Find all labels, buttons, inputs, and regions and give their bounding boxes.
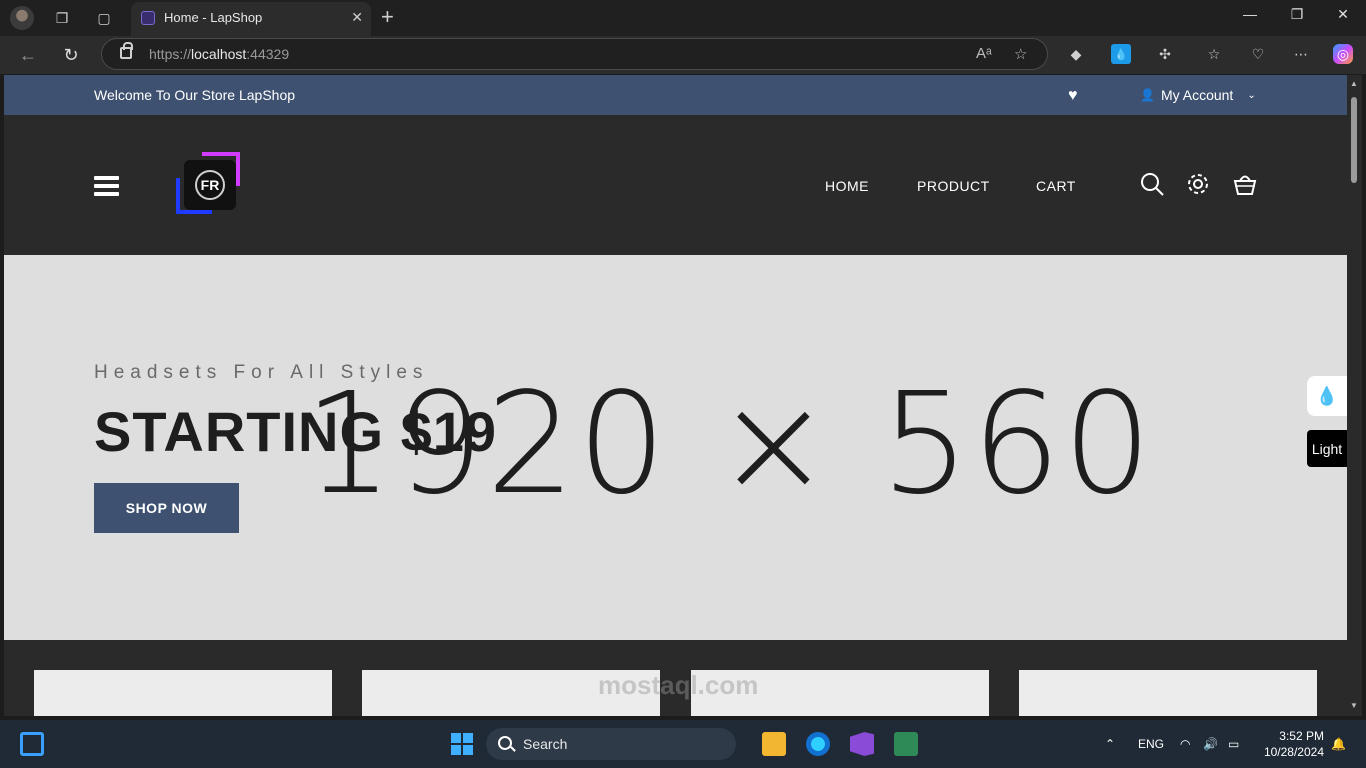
read-aloud-icon[interactable]: Aᵃ bbox=[976, 45, 992, 62]
more-menu-icon[interactable]: ⋯ bbox=[1291, 44, 1311, 64]
theme-toggle-button[interactable]: Light bbox=[1307, 430, 1347, 467]
back-arrow-icon[interactable]: ← bbox=[16, 43, 40, 67]
scroll-thumb[interactable] bbox=[1351, 97, 1357, 183]
taskbar-clock[interactable]: 3:52 PM 10/28/2024 bbox=[1262, 728, 1324, 760]
volume-icon[interactable]: 🔊 bbox=[1203, 737, 1218, 751]
favorite-star-icon[interactable]: ☆ bbox=[1014, 45, 1027, 63]
hamburger-menu-icon[interactable] bbox=[94, 176, 119, 196]
heart-icon[interactable]: ♥ bbox=[1068, 87, 1078, 105]
product-card[interactable] bbox=[1019, 670, 1317, 716]
chevron-down-icon: ⌄ bbox=[1247, 89, 1256, 101]
logo-text: FR bbox=[195, 170, 225, 200]
shop-now-button[interactable]: SHOP NOW bbox=[94, 483, 239, 533]
new-tab-icon[interactable]: + bbox=[381, 4, 394, 30]
tab-home-lapshop[interactable]: Home - LapShop ✕ bbox=[131, 2, 371, 36]
hero-headline: STARTING $19 bbox=[94, 400, 498, 463]
profile-avatar-icon[interactable] bbox=[10, 6, 34, 30]
tab-title: Home - LapShop bbox=[164, 10, 263, 25]
top-info-bar: Welcome To Our Store LapShop ♥ 👤 My Acco… bbox=[4, 75, 1347, 115]
windows-taskbar: Search ⌃ ENG ◠ 🔊 ▭ 3:52 PM 10/28/2024 🔔 bbox=[0, 720, 1366, 768]
widgets-icon[interactable] bbox=[20, 732, 44, 756]
restore-icon[interactable]: ❐ bbox=[1277, 6, 1317, 23]
user-icon: 👤 bbox=[1140, 88, 1155, 102]
visual-studio-icon[interactable] bbox=[850, 732, 874, 756]
site-logo[interactable]: FR bbox=[176, 152, 242, 218]
close-window-icon[interactable]: ✕ bbox=[1323, 6, 1363, 23]
lock-icon[interactable] bbox=[120, 42, 133, 59]
clock-time: 3:52 PM bbox=[1279, 729, 1324, 743]
refresh-icon[interactable]: ↻ bbox=[59, 43, 83, 67]
scroll-up-icon[interactable]: ▲ bbox=[1350, 79, 1358, 88]
shopping-basket-icon[interactable] bbox=[1232, 171, 1258, 197]
extension-drop-icon[interactable]: 💧 bbox=[1111, 44, 1131, 64]
site-header: FR HOME PRODUCT CART bbox=[4, 115, 1347, 255]
file-explorer-icon[interactable] bbox=[762, 732, 786, 756]
workspaces-icon[interactable]: ❐ bbox=[50, 6, 74, 30]
nav-home-link[interactable]: HOME bbox=[825, 178, 869, 194]
web-page: Welcome To Our Store LapShop ♥ 👤 My Acco… bbox=[4, 75, 1347, 716]
app-tool-icon[interactable] bbox=[894, 732, 918, 756]
browser-essentials-icon[interactable]: ♡ bbox=[1248, 44, 1268, 64]
browser-titlebar: ❐ ▢ Home - LapShop ✕ + — ❐ ✕ bbox=[0, 0, 1366, 36]
my-account-label: My Account bbox=[1160, 87, 1234, 103]
nav-cart-link[interactable]: CART bbox=[1036, 178, 1076, 194]
battery-icon[interactable]: ▭ bbox=[1228, 737, 1239, 751]
tab-actions-icon[interactable]: ▢ bbox=[92, 6, 116, 30]
hero-subtitle: Headsets For All Styles bbox=[94, 362, 429, 383]
search-icon[interactable] bbox=[1139, 171, 1165, 197]
notification-bell-icon[interactable]: 🔔 bbox=[1331, 737, 1346, 751]
start-windows-icon[interactable] bbox=[450, 732, 474, 756]
tab-close-icon[interactable]: ✕ bbox=[351, 9, 363, 26]
taskbar-search-icon bbox=[498, 736, 512, 750]
favorites-icon[interactable]: ☆ bbox=[1204, 44, 1224, 64]
extensions-puzzle-icon[interactable]: ✣ bbox=[1155, 44, 1175, 64]
address-bar-row: ← ↻ https://localhost:44329 Aᵃ ☆ ◆ 💧 ✣ ☆… bbox=[0, 36, 1366, 74]
tab-favicon-icon bbox=[141, 11, 155, 25]
minimize-icon[interactable]: — bbox=[1230, 6, 1270, 22]
tray-chevron-up-icon[interactable]: ⌃ bbox=[1105, 737, 1115, 751]
watermark-text: mostaql.com bbox=[598, 670, 759, 700]
taskbar-search-label: Search bbox=[523, 736, 568, 752]
address-input[interactable]: https://localhost:44329 Aᵃ ☆ bbox=[101, 38, 1048, 70]
settings-gear-icon[interactable] bbox=[1185, 171, 1211, 197]
page-scrollbar[interactable]: ▲ ▼ bbox=[1347, 75, 1362, 716]
extension-colorful-icon[interactable]: ◆ bbox=[1066, 44, 1086, 64]
nav-product-link[interactable]: PRODUCT bbox=[917, 178, 990, 194]
hero-banner: 1920 × 560 Headsets For All Styles START… bbox=[4, 255, 1347, 640]
welcome-text: Welcome To Our Store LapShop bbox=[94, 87, 296, 103]
water-drop-widget-icon[interactable]: 💧 bbox=[1307, 376, 1347, 416]
wifi-icon[interactable]: ◠ bbox=[1180, 737, 1190, 751]
scroll-down-icon[interactable]: ▼ bbox=[1350, 701, 1358, 710]
my-account-dropdown[interactable]: 👤 My Account ⌄ bbox=[1140, 87, 1256, 103]
clock-date: 10/28/2024 bbox=[1263, 745, 1324, 759]
product-card[interactable] bbox=[34, 670, 332, 716]
url-text[interactable]: https://localhost:44329 bbox=[149, 46, 289, 62]
language-indicator[interactable]: ENG bbox=[1138, 737, 1164, 751]
copilot-icon[interactable]: ◎ bbox=[1333, 44, 1353, 64]
edge-icon[interactable] bbox=[806, 732, 830, 756]
taskbar-search[interactable]: Search bbox=[486, 728, 736, 760]
